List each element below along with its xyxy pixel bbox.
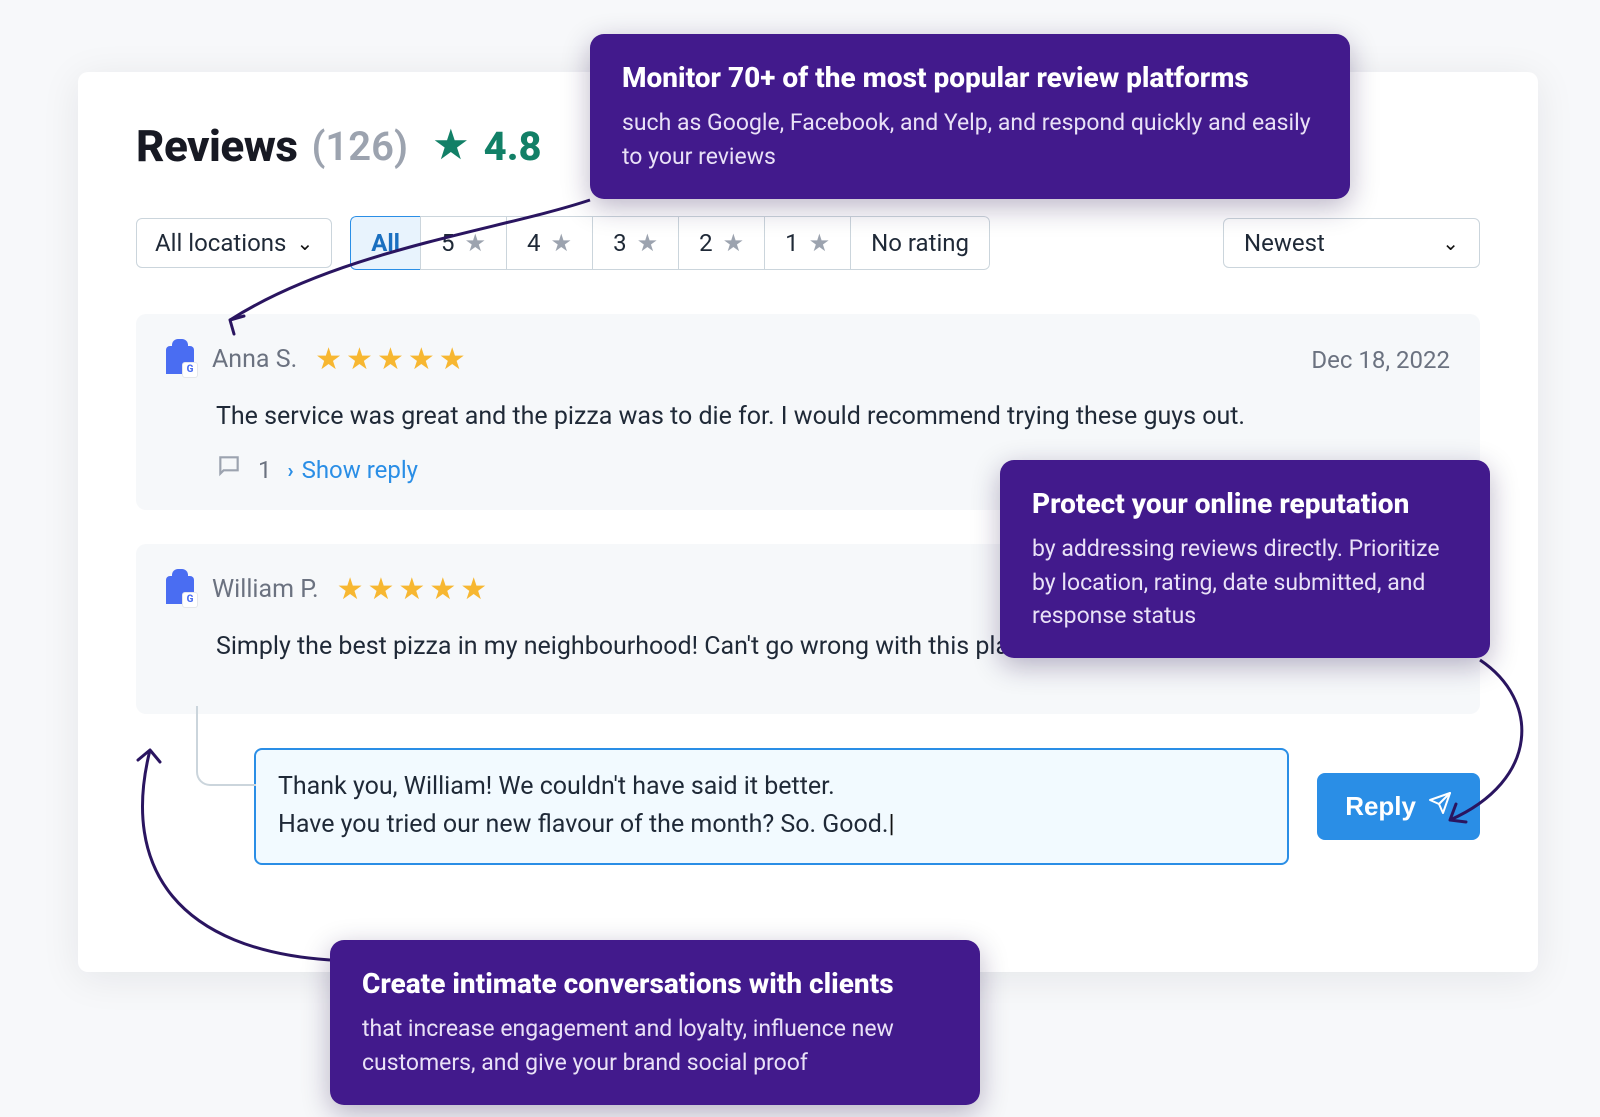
rating-filter-3[interactable]: 3★ (592, 216, 678, 270)
callout-headline: Create intimate conversations with clien… (362, 966, 948, 1002)
callout-sub: that increase engagement and loyalty, in… (362, 1012, 948, 1079)
callout-intimate-conversations: Create intimate conversations with clien… (330, 940, 980, 1105)
callout-headline: Monitor 70+ of the most popular review p… (622, 60, 1318, 96)
callout-protect-reputation: Protect your online reputation by addres… (1000, 460, 1490, 658)
sort-label: Newest (1244, 229, 1325, 257)
callout-sub: such as Google, Facebook, and Yelp, and … (622, 106, 1318, 173)
callout-headline: Protect your online reputation (1032, 486, 1458, 522)
star-icon: ★ (723, 229, 745, 257)
rating-filter-none[interactable]: No rating (850, 216, 990, 270)
review-author: William P. (212, 575, 319, 604)
reply-count: 1 (258, 456, 272, 484)
chevron-right-icon: › (288, 458, 294, 482)
comment-icon (216, 453, 242, 486)
show-reply-toggle[interactable]: › Show reply (288, 456, 419, 484)
google-business-icon (166, 346, 194, 374)
star-icon: ★ (809, 229, 831, 257)
callout-arrow (100, 730, 360, 990)
review-count: (126) (311, 123, 407, 170)
show-reply-label: Show reply (302, 456, 418, 484)
page-title: Reviews (136, 120, 297, 172)
review-date: Dec 18, 2022 (1311, 346, 1450, 374)
star-icon: ★ (637, 229, 659, 257)
google-business-icon (166, 576, 194, 604)
rating-filter-2[interactable]: 2★ (678, 216, 764, 270)
callout-sub: by addressing reviews directly. Prioriti… (1032, 532, 1458, 632)
reply-button-label: Reply (1345, 791, 1416, 822)
review-body: The service was great and the pizza was … (216, 399, 1450, 435)
average-rating: 4.8 (484, 123, 542, 170)
reply-composer-row: Thank you, William! We couldn't have sai… (254, 748, 1480, 866)
reply-textarea[interactable]: Thank you, William! We couldn't have sai… (254, 748, 1289, 866)
sort-select[interactable]: Newest ⌄ (1223, 218, 1480, 268)
rating-filter-1[interactable]: 1★ (764, 216, 850, 270)
star-icon: ★ (432, 125, 470, 167)
chevron-down-icon: ⌄ (1442, 231, 1459, 255)
callout-arrow (200, 190, 600, 370)
callout-arrow (1430, 660, 1550, 840)
review-stars: ★★★★★ (337, 572, 491, 607)
callout-monitor-platforms: Monitor 70+ of the most popular review p… (590, 34, 1350, 199)
